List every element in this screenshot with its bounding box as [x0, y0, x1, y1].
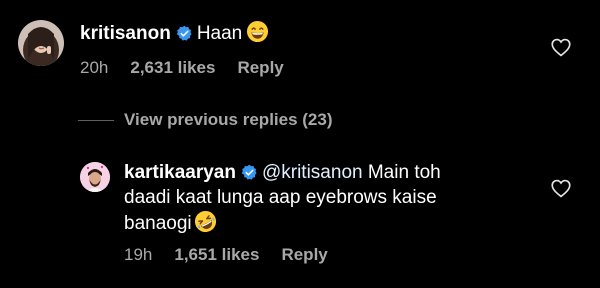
- comment-time: 20h: [80, 58, 109, 77]
- comment-meta: 20h 2,631 likes Reply: [80, 58, 284, 78]
- reply-likes[interactable]: 1,651 likes: [174, 245, 259, 265]
- reply-text-line-2: daadi kaat lunga aap eyebrows kaise: [124, 187, 437, 208]
- mention-link[interactable]: @kritisanon: [262, 162, 363, 183]
- verified-badge-icon: [176, 25, 193, 49]
- comment-username[interactable]: kritisanon: [80, 23, 171, 44]
- comment-text: kritisanon Haan: [80, 20, 269, 50]
- heart-outline-icon[interactable]: [551, 38, 571, 62]
- view-previous-replies-label: View previous replies (23): [124, 110, 333, 129]
- comment-likes[interactable]: 2,631 likes: [130, 58, 215, 78]
- reply-text-line-3: banaogi: [124, 210, 217, 240]
- avatar[interactable]: [18, 20, 64, 66]
- comment-body: Haan: [196, 23, 243, 44]
- divider: [78, 119, 114, 121]
- reply-meta: 19h 1,651 likes Reply: [124, 245, 328, 265]
- heart-outline-icon[interactable]: [551, 179, 571, 203]
- grinning-face-icon: [246, 20, 269, 50]
- reply-time: 19h: [124, 245, 153, 264]
- reply-username[interactable]: kartikaaryan: [124, 162, 236, 183]
- rolling-laughing-icon: [194, 210, 217, 240]
- reply-button[interactable]: Reply: [237, 58, 283, 78]
- reply-body-line-1: Main toh: [362, 162, 441, 183]
- reply-body-line-3: banaogi: [124, 213, 192, 234]
- verified-badge-icon: [241, 164, 258, 188]
- avatar[interactable]: [80, 162, 110, 192]
- view-previous-replies-button[interactable]: View previous replies (23): [78, 109, 333, 131]
- reply-button[interactable]: Reply: [281, 245, 327, 265]
- reply-text-line-1: kartikaaryan @kritisanon Main toh: [124, 161, 441, 188]
